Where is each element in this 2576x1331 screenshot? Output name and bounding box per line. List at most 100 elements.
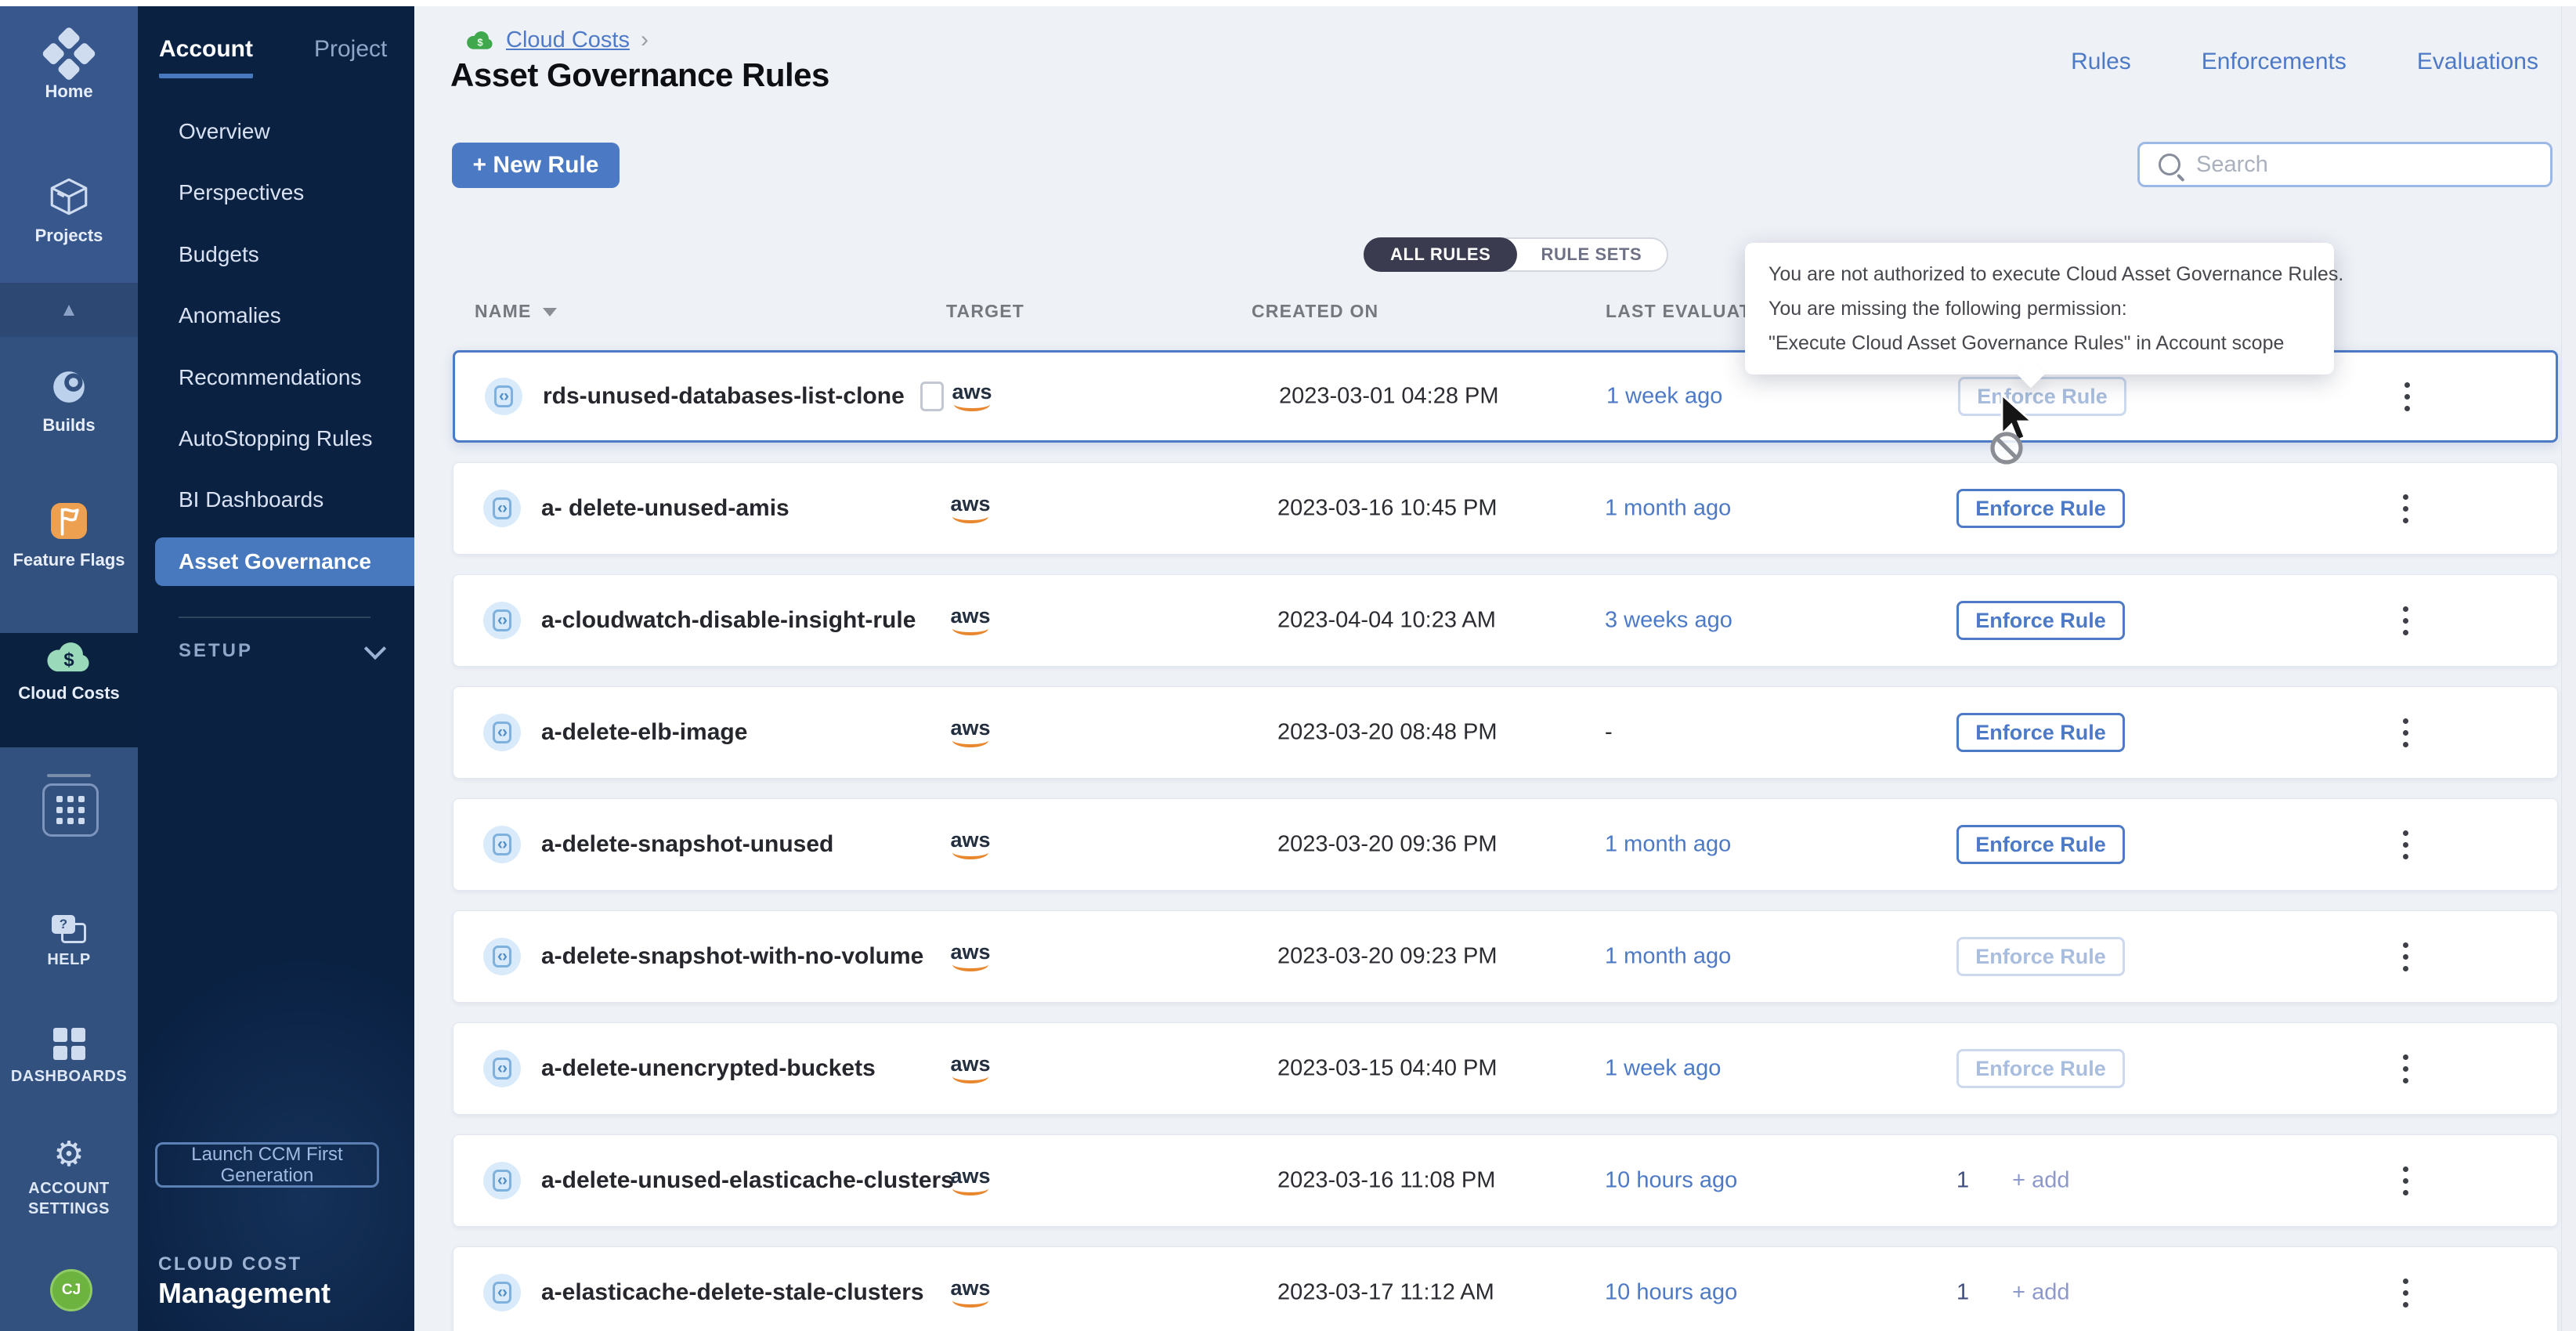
enforcement-count: 1 xyxy=(1956,1168,1969,1194)
action-cell: Enforce Rule xyxy=(1956,601,2191,640)
aws-logo: aws xyxy=(938,942,1003,971)
column-header-target: TARGET xyxy=(946,301,1024,322)
builds-icon xyxy=(47,365,91,409)
nav-item-overview[interactable]: Overview xyxy=(155,107,414,156)
rule-name[interactable]: a- delete-unused-amis xyxy=(541,495,789,522)
table-row[interactable]: ‹›a-delete-snapshot-with-no-volumeaws202… xyxy=(453,910,2558,1003)
vertical-scrollbar[interactable] xyxy=(2561,6,2576,1331)
permission-tooltip: You are not authorized to execute Cloud … xyxy=(1745,243,2334,374)
table-row[interactable]: ‹›a-delete-unencrypted-bucketsaws2023-03… xyxy=(453,1022,2558,1115)
user-avatar[interactable]: CJ xyxy=(50,1269,92,1311)
sidebar-item-help[interactable]: ? HELP xyxy=(0,915,138,970)
sidebar-item-feature-flags[interactable]: Feature Flags xyxy=(0,498,138,570)
home-icon xyxy=(40,26,98,84)
brand-name: Management xyxy=(158,1277,331,1310)
sidebar-item-projects[interactable]: Projects xyxy=(0,174,138,246)
nav-item-recommendations[interactable]: Recommendations xyxy=(155,353,414,402)
sidebar-item-dashboards[interactable]: DASHBOARDS xyxy=(0,1028,138,1087)
enforce-rule-button[interactable]: Enforce Rule xyxy=(1956,489,2125,528)
launch-ccm-first-gen-button[interactable]: Launch CCM First Generation xyxy=(155,1142,379,1188)
setup-section-toggle[interactable]: SETUP xyxy=(179,640,383,662)
tooltip-line-2: You are missing the following permission… xyxy=(1769,291,2310,326)
kebab-menu-icon[interactable] xyxy=(2390,712,2421,753)
projects-cube-icon xyxy=(46,174,92,219)
chevron-down-icon xyxy=(364,638,386,660)
table-row[interactable]: ‹›a-delete-unused-elasticache-clustersaw… xyxy=(453,1134,2558,1227)
enforce-rule-button[interactable]: Enforce Rule xyxy=(1956,1049,2125,1088)
last-evaluation-link[interactable]: 10 hours ago xyxy=(1605,1168,1737,1194)
table-row[interactable]: ‹›a- delete-unused-amisaws2023-03-16 10:… xyxy=(453,462,2558,555)
kebab-menu-icon[interactable] xyxy=(2390,1272,2421,1313)
enforcement-count: 1 xyxy=(1956,1280,1969,1306)
table-row[interactable]: ‹›a-delete-elb-imageaws2023-03-20 08:48 … xyxy=(453,686,2558,779)
kebab-menu-icon[interactable] xyxy=(2390,488,2421,529)
nav-item-bi-dashboards[interactable]: BI Dashboards xyxy=(155,476,414,524)
action-cell: Enforce Rule xyxy=(1956,713,2191,752)
tab-account[interactable]: Account xyxy=(159,36,253,78)
rule-name[interactable]: a-delete-snapshot-unused xyxy=(541,831,833,858)
help-chat-icon: ? xyxy=(52,915,86,943)
table-row[interactable]: ‹›a-elasticache-delete-stale-clustersaws… xyxy=(453,1246,2558,1331)
enforce-rule-button[interactable]: Enforce Rule xyxy=(1958,377,2126,416)
sidebar-item-account-settings[interactable]: ⚙ ACCOUNT SETTINGS xyxy=(0,1137,138,1219)
kebab-menu-icon[interactable] xyxy=(2391,376,2422,417)
enforce-rule-button[interactable]: Enforce Rule xyxy=(1956,825,2125,864)
tab-project[interactable]: Project xyxy=(314,36,387,78)
kebab-menu-icon[interactable] xyxy=(2390,824,2421,865)
nav-item-asset-governance[interactable]: Asset Governance xyxy=(155,537,414,586)
aws-logo: aws xyxy=(938,1278,1003,1307)
nav-item-autostopping-rules[interactable]: AutoStopping Rules xyxy=(155,414,414,463)
feature-flags-icon xyxy=(46,498,92,544)
add-enforcement-link[interactable]: + add xyxy=(2012,1280,2069,1306)
sidebar-item-home[interactable]: Home xyxy=(0,34,138,102)
last-evaluation-link[interactable]: 1 month ago xyxy=(1605,832,1731,858)
created-on: 2023-04-04 10:23 AM xyxy=(1277,608,1496,634)
last-evaluation-link[interactable]: 1 month ago xyxy=(1605,944,1731,970)
created-on: 2023-03-20 09:36 PM xyxy=(1277,832,1498,858)
rail-collapse-strip[interactable]: ▲ xyxy=(0,283,138,337)
table-row[interactable]: ‹›a-cloudwatch-disable-insight-ruleaws20… xyxy=(453,574,2558,667)
breadcrumb-cloud-costs-link[interactable]: Cloud Costs xyxy=(506,27,630,53)
last-evaluation-link[interactable]: 1 week ago xyxy=(1606,384,1722,410)
nav-item-anomalies[interactable]: Anomalies xyxy=(155,291,414,340)
column-header-name[interactable]: NAME xyxy=(475,301,557,322)
enforce-rule-button[interactable]: Enforce Rule xyxy=(1956,713,2125,752)
enforce-rule-button[interactable]: Enforce Rule xyxy=(1956,601,2125,640)
sidebar-item-cloud-costs[interactable]: $ Cloud Costs xyxy=(0,636,138,703)
enforce-rule-button[interactable]: Enforce Rule xyxy=(1956,937,2125,976)
last-evaluation-link: - xyxy=(1605,720,1613,746)
created-on: 2023-03-16 10:45 PM xyxy=(1277,496,1498,522)
rule-name[interactable]: a-delete-elb-image xyxy=(541,719,747,746)
module-rail: Home Projects ▲ Builds xyxy=(0,0,138,1331)
aws-logo: aws xyxy=(938,830,1003,859)
kebab-menu-icon[interactable] xyxy=(2390,600,2421,641)
rule-name[interactable]: a-delete-unencrypted-buckets xyxy=(541,1055,876,1082)
last-evaluation-link[interactable]: 1 month ago xyxy=(1605,496,1731,522)
created-on: 2023-03-16 11:08 PM xyxy=(1277,1168,1495,1194)
rule-name[interactable]: rds-unused-databases-list-clone xyxy=(543,382,944,411)
rule-name[interactable]: a-elasticache-delete-stale-clusters xyxy=(541,1279,924,1306)
created-on: 2023-03-20 08:48 PM xyxy=(1277,720,1498,746)
rule-name[interactable]: a-delete-unused-elasticache-clusters xyxy=(541,1167,954,1194)
created-on: 2023-03-15 04:40 PM xyxy=(1277,1056,1498,1082)
kebab-menu-icon[interactable] xyxy=(2390,1160,2421,1201)
add-enforcement-link[interactable]: + add xyxy=(2012,1168,2069,1194)
module-picker-button[interactable] xyxy=(42,783,99,837)
sidebar-item-builds[interactable]: Builds xyxy=(0,365,138,436)
kebab-menu-icon[interactable] xyxy=(2390,1048,2421,1089)
rule-name[interactable]: a-delete-snapshot-with-no-volume xyxy=(541,943,923,970)
aws-logo: aws xyxy=(938,606,1003,635)
nav-item-perspectives[interactable]: Perspectives xyxy=(155,168,414,217)
cloud-costs-nav-panel: Account Project Overview Perspectives Budg… xyxy=(138,0,414,1331)
aws-logo: aws xyxy=(938,494,1003,523)
app-window: Home Projects ▲ Builds xyxy=(0,0,2576,1331)
last-evaluation-link[interactable]: 1 week ago xyxy=(1605,1056,1721,1082)
nav-item-budgets[interactable]: Budgets xyxy=(155,230,414,279)
kebab-menu-icon[interactable] xyxy=(2390,936,2421,977)
rule-name[interactable]: a-cloudwatch-disable-insight-rule xyxy=(541,607,916,634)
rule-type-icon: ‹› xyxy=(483,1050,521,1087)
last-evaluation-link[interactable]: 10 hours ago xyxy=(1605,1280,1737,1306)
table-row[interactable]: ‹›a-delete-snapshot-unusedaws2023-03-20 … xyxy=(453,798,2558,891)
rule-type-icon: ‹› xyxy=(483,1162,521,1199)
last-evaluation-link[interactable]: 3 weeks ago xyxy=(1605,608,1732,634)
